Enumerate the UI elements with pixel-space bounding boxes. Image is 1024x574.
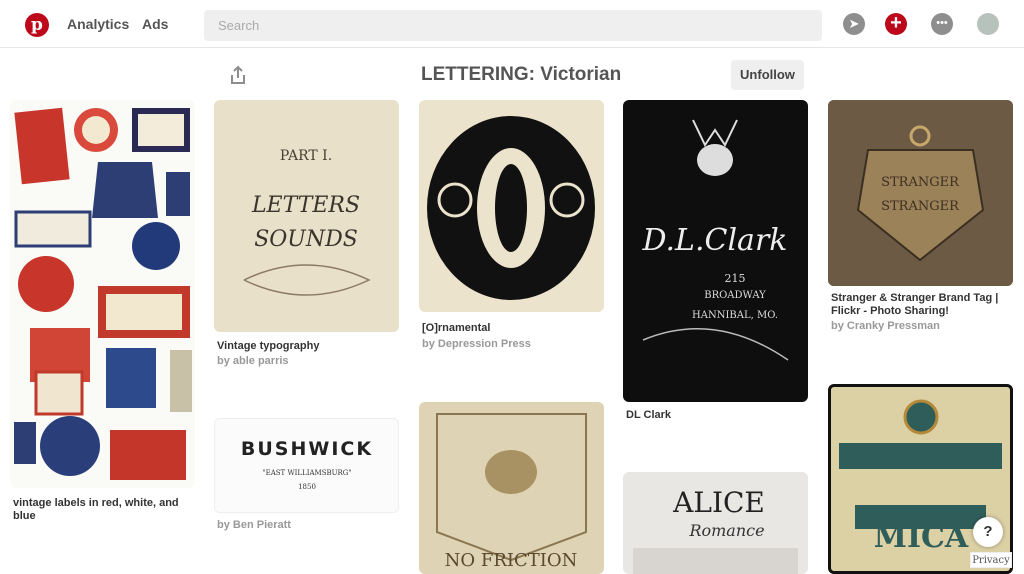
svg-text:D.L.Clark: D.L.Clark <box>642 223 788 258</box>
svg-text:BUSHWICK: BUSHWICK <box>241 438 373 460</box>
pin-attribution[interactable]: by able parris <box>217 355 289 367</box>
svg-text:STRANGER: STRANGER <box>881 199 960 214</box>
svg-text:SOUNDS: SOUNDS <box>254 227 358 252</box>
pin-image-dl-clark[interactable]: D.L.Clark 215 BROADWAY HANNIBAL, MO. <box>623 100 808 402</box>
pin-title[interactable]: Vintage typography <box>217 340 392 353</box>
top-bar: p Analytics Ads Search ➤ + ••• <box>0 0 1024 48</box>
privacy-link[interactable]: Privacy <box>970 552 1012 568</box>
svg-text:HANNIBAL, MO.: HANNIBAL, MO. <box>692 310 778 321</box>
search-placeholder: Search <box>218 18 260 33</box>
pin-image-stranger-tag[interactable]: STRANGER STRANGER <box>828 100 1013 286</box>
compass-icon[interactable]: ➤ <box>843 13 865 35</box>
plus-icon[interactable]: + <box>885 13 907 35</box>
pin-attribution[interactable]: by Ben Pieratt <box>217 519 291 531</box>
nav-analytics[interactable]: Analytics <box>67 16 129 32</box>
pin-title[interactable]: DL Clark <box>626 409 801 422</box>
svg-text:NO FRICTION: NO FRICTION <box>445 550 578 571</box>
svg-text:"EAST WILLIAMSBURG": "EAST WILLIAMSBURG" <box>262 469 351 477</box>
pin-image-vintage-labels[interactable] <box>10 100 195 488</box>
pinterest-logo[interactable]: p <box>25 13 49 37</box>
avatar[interactable] <box>977 13 999 35</box>
pin-attribution[interactable]: by Cranky Pressman <box>831 320 940 332</box>
pin-image-bushwick[interactable]: BUSHWICK "EAST WILLIAMSBURG" 1850 <box>214 418 399 513</box>
pin-title[interactable]: [O]rnamental <box>422 322 597 335</box>
pin-title[interactable]: vintage labels in red, white, and blue <box>13 497 188 523</box>
chat-icon[interactable]: ••• <box>931 13 953 35</box>
pin-image-vintage-typography[interactable]: PART I. LETTERS SOUNDS <box>214 100 399 332</box>
svg-text:1850: 1850 <box>298 483 316 491</box>
pin-attribution[interactable]: by Depression Press <box>422 338 531 350</box>
pin-image-ornamental[interactable] <box>419 100 604 312</box>
svg-text:ALICE: ALICE <box>672 486 765 519</box>
board-title: LETTERING: Victorian <box>421 64 622 85</box>
svg-text:MICA: MICA <box>874 520 969 555</box>
svg-text:LETTERS: LETTERS <box>251 193 360 218</box>
pin-image-no-friction[interactable]: NO FRICTION <box>419 402 604 574</box>
svg-text:PART I.: PART I. <box>280 148 332 164</box>
svg-text:Romance: Romance <box>688 521 764 540</box>
share-icon[interactable] <box>228 65 248 85</box>
svg-text:STRANGER: STRANGER <box>881 175 960 190</box>
pin-title[interactable]: Stranger & Stranger Brand Tag | Flickr -… <box>831 292 1006 318</box>
nav-ads[interactable]: Ads <box>142 16 168 32</box>
unfollow-button[interactable]: Unfollow <box>731 60 804 90</box>
svg-text:BROADWAY: BROADWAY <box>704 290 766 301</box>
help-button[interactable]: ? <box>973 517 1003 547</box>
svg-text:215: 215 <box>725 272 746 285</box>
search-input[interactable]: Search <box>204 10 822 41</box>
pin-image-alice-romance[interactable]: ALICE Romance <box>623 472 808 574</box>
